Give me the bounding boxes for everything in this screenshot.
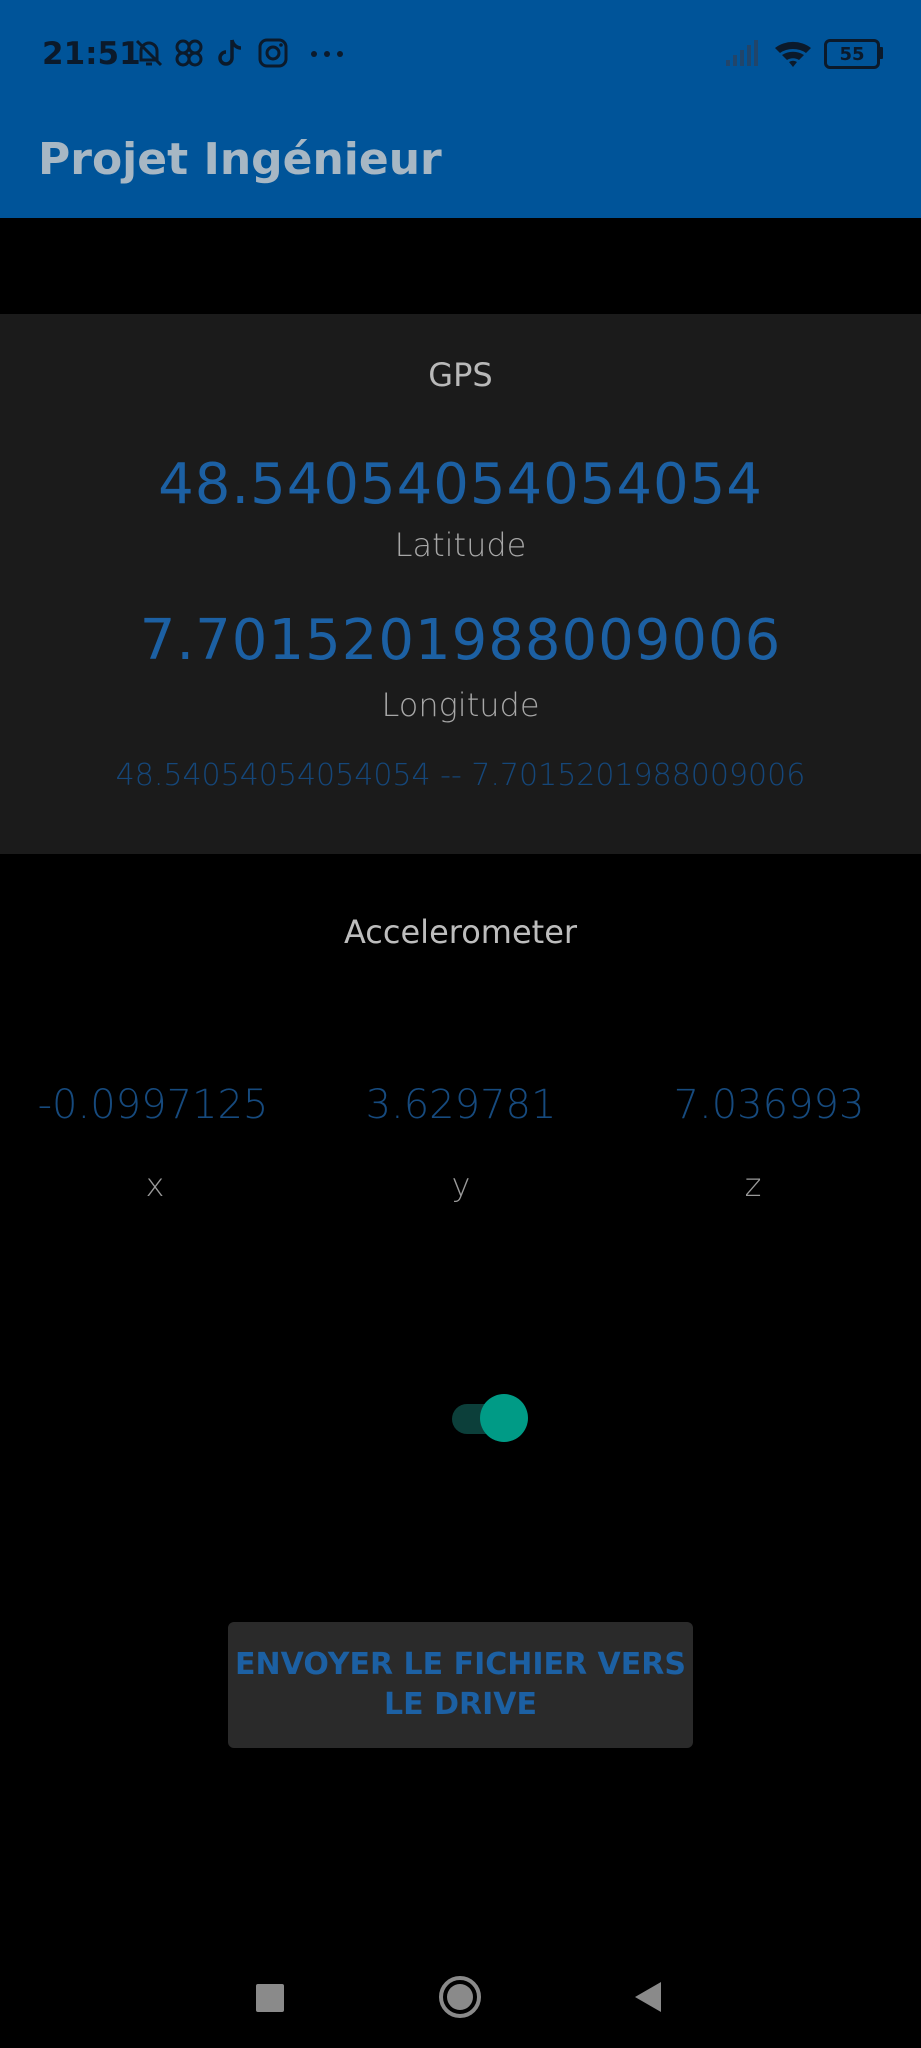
status-time: 21:51	[42, 36, 141, 72]
accelerometer-title: Accelerometer	[343, 913, 578, 951]
accel-z-value: 7.036993	[673, 1082, 865, 1128]
gps-title: GPS	[428, 356, 493, 394]
accel-x-value: -0.0997125	[37, 1082, 269, 1128]
accel-z-label: z	[744, 1166, 762, 1204]
accel-x-label: x	[145, 1166, 165, 1204]
bell-off-icon	[135, 39, 163, 67]
latitude-label: Latitude	[394, 526, 527, 564]
recording-toggle[interactable]	[450, 1394, 530, 1444]
send-button-line1: ENVOYER LE FICHIER VERS	[235, 1647, 686, 1682]
gps-combined-coordinates: 48.54054054054054 -- 7.7015201988009006	[115, 758, 806, 793]
app-title: Projet Ingénieur	[38, 134, 442, 185]
longitude-label: Longitude	[381, 686, 540, 724]
signal-icon	[726, 40, 758, 66]
navigation-bar	[0, 1940, 921, 2048]
longitude-value: 7.7015201988009006	[139, 608, 782, 673]
send-button-line2: LE DRIVE	[384, 1687, 537, 1722]
more-dots-icon	[311, 51, 343, 57]
instagram-icon	[258, 38, 288, 68]
latitude-value: 48.54054054054054	[158, 452, 763, 517]
send-to-drive-button[interactable]: ENVOYER LE FICHIER VERS LE DRIVE	[228, 1622, 693, 1748]
toggle-knob	[480, 1394, 528, 1442]
back-triangle-icon[interactable]	[613, 1962, 683, 2032]
tiktok-icon	[218, 39, 242, 66]
home-circle-icon[interactable]	[425, 1962, 495, 2032]
accel-y-value: 3.629781	[365, 1082, 557, 1128]
pinwheel-icon	[175, 39, 203, 67]
accel-y-label: y	[451, 1166, 471, 1204]
battery-level: 55	[839, 44, 865, 65]
battery-icon: 55	[824, 36, 883, 70]
app-bar: Projet Ingénieur	[0, 110, 921, 218]
recents-square-icon[interactable]	[234, 1962, 304, 2032]
status-bar: 21:51 55	[0, 0, 921, 110]
wifi-icon	[775, 41, 811, 67]
